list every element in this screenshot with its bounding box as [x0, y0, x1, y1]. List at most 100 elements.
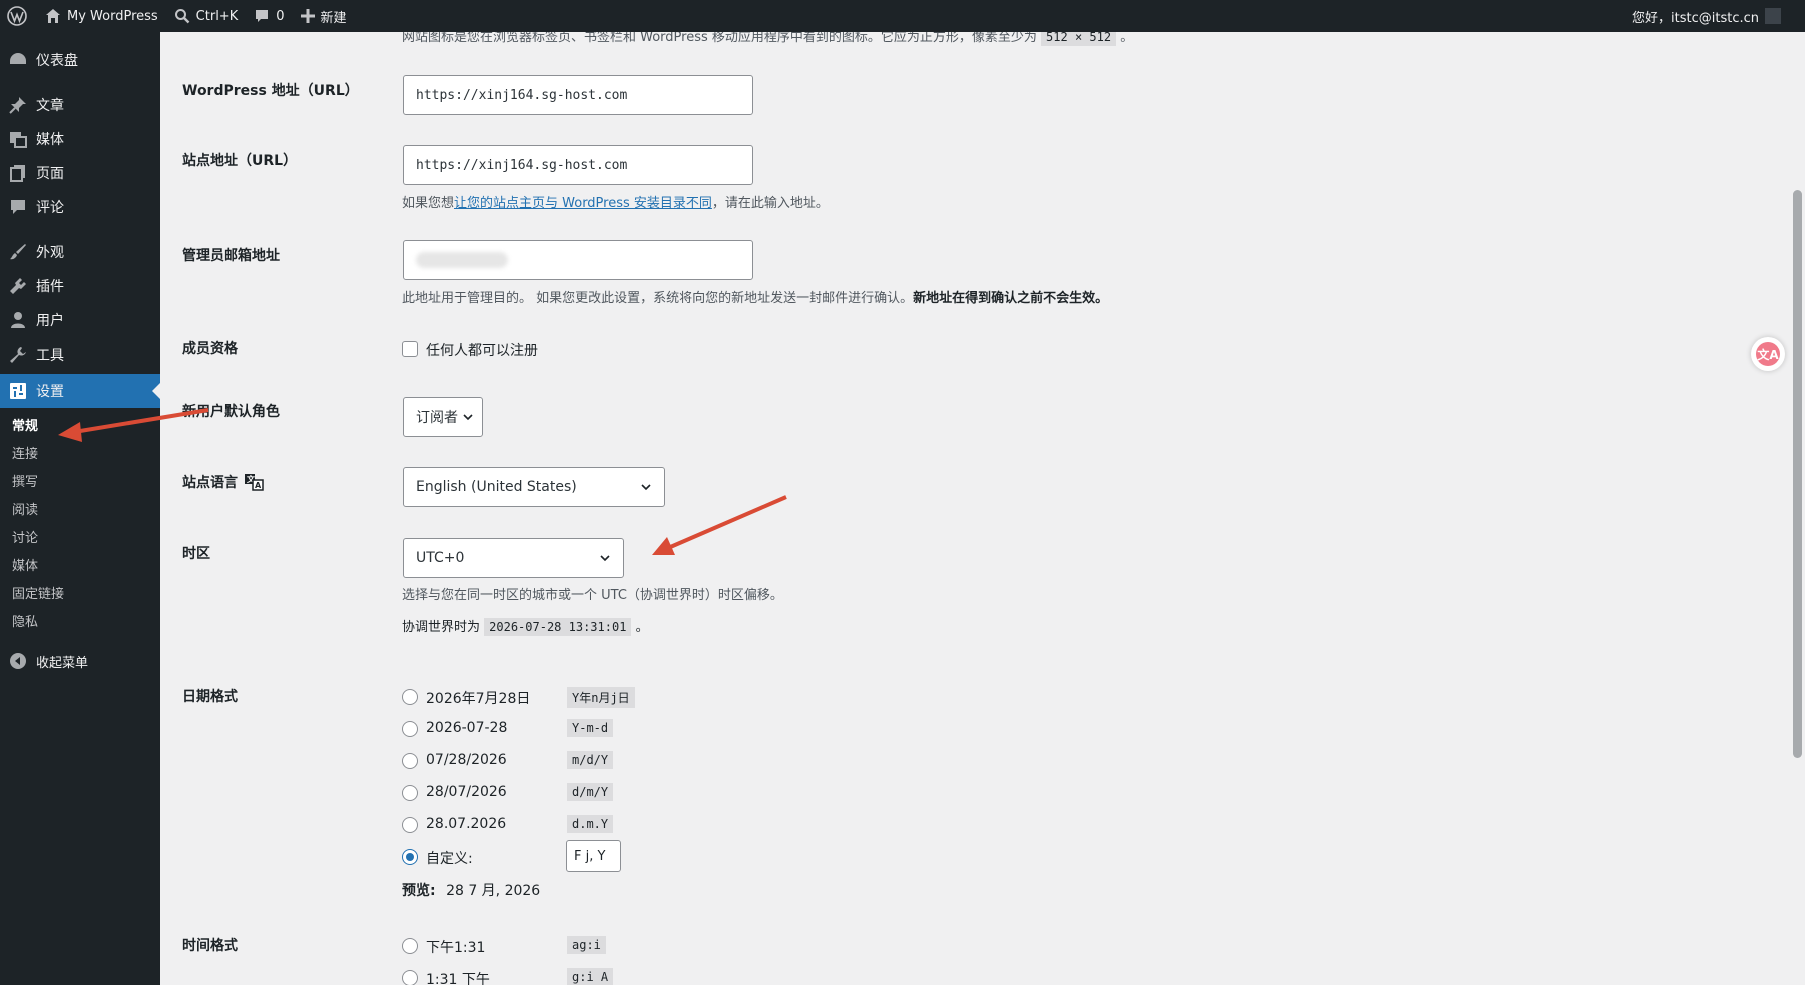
translate-float-button[interactable]: 文A	[1751, 337, 1785, 371]
menu-item-posts[interactable]: 文章	[0, 88, 160, 122]
admin-bar: My WordPress Ctrl+K 0 新建 您好，itstc@itstc.…	[0, 0, 1805, 32]
submenu-item-writing[interactable]: 撰写	[12, 473, 38, 493]
submenu-item-discussion[interactable]: 讨论	[12, 529, 38, 549]
date-format-radio[interactable]	[402, 785, 418, 801]
chevron-down-icon	[641, 484, 651, 491]
submenu-item-general[interactable]: 常规	[12, 417, 38, 437]
date-format-code: d.m.Y	[567, 815, 614, 833]
timezone-select[interactable]: UTC+0	[403, 538, 624, 578]
site-url-input[interactable]: https://xinj164.sg-host.com	[403, 145, 753, 185]
chevron-down-icon	[600, 555, 610, 562]
page-scrollbar[interactable]	[1790, 32, 1805, 985]
brush-icon	[0, 243, 36, 261]
pin-icon	[0, 96, 36, 114]
date-format-radio[interactable]	[402, 753, 418, 769]
date-format-option[interactable]: 2026年7月28日	[426, 688, 530, 708]
submenu-item-privacy[interactable]: 隐私	[12, 613, 38, 633]
admin-email-label: 管理员邮箱地址	[182, 248, 280, 264]
menu-item-plugins[interactable]: 插件	[0, 269, 160, 303]
site-url-desc-prefix: 如果您想	[402, 196, 455, 211]
menu-item-settings[interactable]: 设置	[0, 374, 160, 408]
time-format-option[interactable]: 1:31 下午	[426, 969, 490, 985]
wordpress-logo-icon	[7, 6, 27, 26]
membership-checkbox[interactable]	[402, 341, 418, 357]
time-format-option[interactable]: 下午1:31	[426, 937, 485, 957]
menu-item-media[interactable]: 媒体	[0, 122, 160, 156]
date-format-option[interactable]: 07/28/2026	[426, 752, 507, 768]
collapse-menu-button[interactable]: 收起菜单	[0, 646, 160, 676]
settings-form: 网站图标是您在浏览器标签页、书签栏和 WordPress 移动应用程序中看到的图…	[160, 32, 1790, 985]
menu-label: 页面	[36, 166, 64, 182]
site-name-link[interactable]: My WordPress	[37, 0, 166, 32]
date-format-radio[interactable]	[402, 817, 418, 833]
submenu-item-permalinks[interactable]: 固定链接	[12, 585, 64, 605]
scrollbar-thumb[interactable]	[1793, 190, 1802, 758]
time-format-label: 时间格式	[182, 938, 238, 954]
site-url-help-link[interactable]: 让您的站点主页与 WordPress 安装目录不同	[454, 196, 712, 211]
menu-label: 外观	[36, 245, 64, 261]
menu-item-dashboard[interactable]: 仪表盘	[0, 43, 160, 77]
date-format-custom-input[interactable]: F j, Y	[566, 840, 621, 872]
time-format-radio[interactable]	[402, 938, 418, 954]
menu-item-pages[interactable]: 页面	[0, 156, 160, 190]
wordpress-logo-button[interactable]	[0, 0, 37, 32]
settings-icon	[0, 382, 36, 400]
date-format-code: Y-m-d	[567, 719, 614, 737]
collapse-arrow-icon	[0, 653, 36, 669]
timezone-description: 选择与您在同一时区的城市或一个 UTC（协调世界时）时区偏移。	[402, 588, 783, 603]
comments-link[interactable]: 0	[246, 0, 292, 32]
admin-email-description: 此地址用于管理目的。 如果您更改此设置，系统将向您的新地址发送一封邮件进行确认。…	[402, 287, 1108, 306]
utc-time-prefix: 协调世界时为	[402, 620, 481, 635]
date-format-code: m/d/Y	[567, 751, 614, 769]
svg-text:A: A	[255, 481, 262, 490]
menu-label: 工具	[36, 348, 64, 364]
date-format-radio[interactable]	[402, 689, 418, 705]
my-account-link[interactable]: 您好，itstc@itstc.cn	[1632, 0, 1781, 32]
admin-email-desc-bold: 新地址在得到确认之前不会生效。	[913, 291, 1109, 306]
submenu-item-connections[interactable]: 连接	[12, 445, 38, 465]
admin-email-input[interactable]	[403, 240, 753, 280]
search-icon	[174, 9, 190, 24]
site-icon-size-code: 512 × 512	[1041, 32, 1117, 46]
menu-item-comments[interactable]: 评论	[0, 190, 160, 224]
menu-label: 用户	[36, 313, 64, 329]
wp-url-input[interactable]: https://xinj164.sg-host.com	[403, 75, 753, 115]
submenu-item-reading[interactable]: 阅读	[12, 501, 38, 521]
date-format-custom-label[interactable]: 自定义:	[426, 848, 473, 868]
default-role-select[interactable]: 订阅者	[403, 397, 483, 437]
site-language-label-text: 站点语言	[182, 475, 238, 491]
date-format-radio[interactable]	[402, 721, 418, 737]
plus-icon	[300, 9, 315, 23]
translate-icon: 文A	[245, 474, 264, 491]
site-url-desc-suffix: ，请在此输入地址。	[711, 196, 829, 211]
user-icon	[0, 311, 36, 329]
membership-option-label[interactable]: 任何人都可以注册	[426, 340, 538, 360]
menu-label: 仪表盘	[36, 53, 78, 69]
menu-label: 文章	[36, 98, 64, 114]
preview-label: 预览:	[402, 883, 436, 899]
date-format-option[interactable]: 28.07.2026	[426, 816, 506, 832]
submenu-item-media[interactable]: 媒体	[12, 557, 38, 577]
site-language-select[interactable]: English (United States)	[403, 467, 665, 507]
date-format-option[interactable]: 28/07/2026	[426, 784, 507, 800]
time-format-radio[interactable]	[402, 970, 418, 985]
date-format-code: Y年n月j日	[567, 687, 635, 708]
site-language-label: 站点语言 文A	[182, 472, 264, 492]
date-format-option[interactable]: 2026-07-28	[426, 720, 507, 736]
dashboard-icon	[0, 51, 36, 69]
new-content-button[interactable]: 新建	[293, 0, 355, 32]
preview-value: 28 7 月, 2026	[446, 883, 541, 899]
menu-item-tools[interactable]: 工具	[0, 338, 160, 372]
wp-url-label: WordPress 地址（URL）	[182, 83, 359, 99]
comment-icon	[0, 198, 36, 216]
date-format-custom-radio[interactable]	[402, 849, 418, 865]
menu-label: 插件	[36, 279, 64, 295]
site-icon-description: 网站图标是您在浏览器标签页、书签栏和 WordPress 移动应用程序中看到的图…	[402, 32, 1133, 46]
menu-label: 评论	[36, 200, 64, 216]
site-icon-desc-text: 网站图标是您在浏览器标签页、书签栏和 WordPress 移动应用程序中看到的图…	[402, 32, 1037, 45]
menu-item-users[interactable]: 用户	[0, 303, 160, 337]
default-role-label: 新用户默认角色	[182, 404, 280, 420]
command-search-button[interactable]: Ctrl+K	[166, 0, 247, 32]
comment-bubble-icon	[256, 10, 269, 22]
menu-item-appearance[interactable]: 外观	[0, 235, 160, 269]
